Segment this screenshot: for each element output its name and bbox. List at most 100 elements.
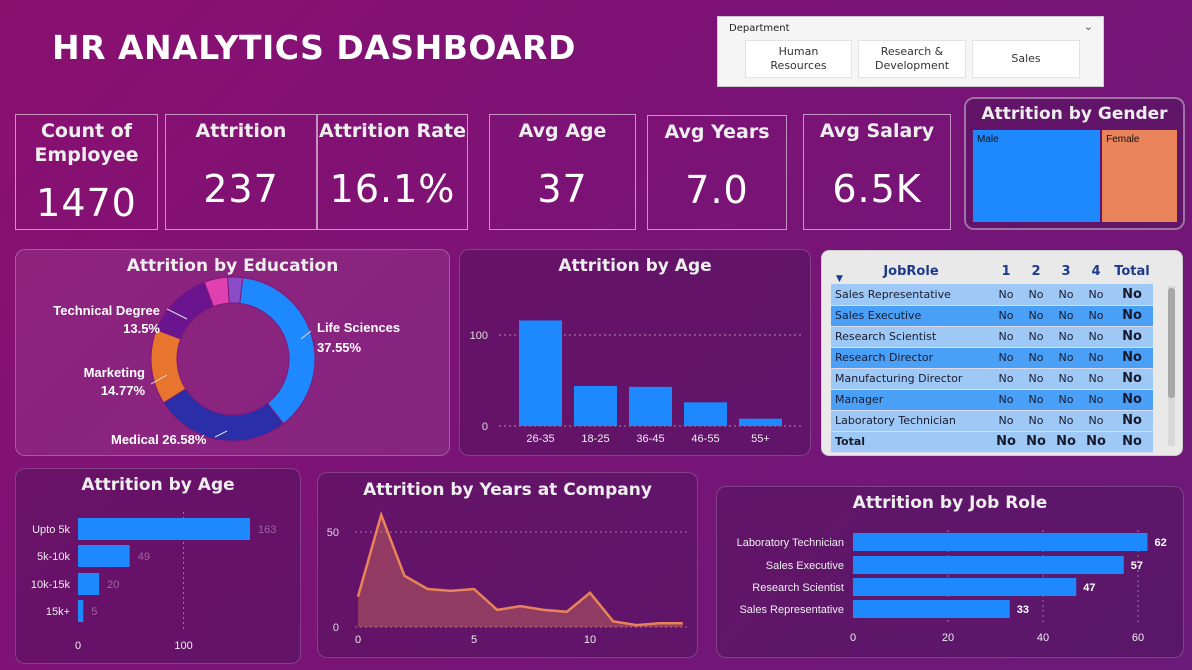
cell-jobrole: Sales Representative xyxy=(831,284,991,306)
cell-value: No xyxy=(1081,326,1111,348)
salary-bar xyxy=(78,518,250,540)
chart-title: Attrition by Gender xyxy=(981,104,1168,124)
x-tick-label: 20 xyxy=(942,632,954,644)
cell-value: No xyxy=(991,368,1021,390)
cell-value: No xyxy=(1051,284,1081,306)
education-donut-chart: Life Sciences 37.55% Medical 26.58% Marketi… xyxy=(53,276,400,447)
kpi-label: Avg Years xyxy=(664,121,770,143)
data-label: 5 xyxy=(91,606,97,618)
salary-bar-chart: Upto 5k 163 5k-10k 49 10k-15k 20 15k+ 5 0 100 xyxy=(31,512,276,652)
header-total[interactable]: Total xyxy=(1111,258,1153,284)
y-tick-label: Upto 5k xyxy=(32,524,70,536)
kpi-value: 237 xyxy=(203,167,279,211)
x-tick-label: 46-55 xyxy=(691,433,719,445)
table-row[interactable]: Manager No No No No No xyxy=(831,389,1153,411)
treemap-cell-female[interactable]: Female xyxy=(1102,130,1177,222)
header-1[interactable]: 1 xyxy=(991,258,1021,284)
data-label: 33 xyxy=(1017,604,1029,616)
x-tick-label: 0 xyxy=(850,632,856,644)
x-tick-label: 60 xyxy=(1132,632,1144,644)
y-tick-label: 0 xyxy=(333,622,339,634)
donut-label: Medical 26.58% xyxy=(111,432,207,447)
donut-slice xyxy=(239,277,316,425)
kpi-card-avg-age: Avg Age 37 xyxy=(489,114,636,230)
jobrole-bar xyxy=(853,600,1010,618)
slicer-option-hr[interactable]: Human Resources xyxy=(745,40,852,78)
cell-value: No xyxy=(1051,389,1081,411)
page-title: HR ANALYTICS DASHBOARD xyxy=(52,28,576,67)
total-value: No xyxy=(1021,431,1051,453)
cell-jobrole: Manager xyxy=(831,389,991,411)
table-scrollbar-thumb[interactable] xyxy=(1168,288,1175,398)
kpi-card-employee-count: Count of Employee 1470 xyxy=(15,114,158,230)
y-tick-label: Sales Representative xyxy=(739,604,844,616)
header-3[interactable]: 3 xyxy=(1051,258,1081,284)
cell-value: No xyxy=(1081,305,1111,327)
jobrole-bar xyxy=(853,578,1077,596)
cell-value: No xyxy=(1111,284,1153,306)
salary-bar xyxy=(78,545,130,567)
header-2[interactable]: 2 xyxy=(1021,258,1051,284)
cell-value: No xyxy=(1081,284,1111,306)
table-row[interactable]: Laboratory Technician No No No No No xyxy=(831,410,1153,432)
header-jobrole[interactable]: JobRole xyxy=(831,258,991,284)
cell-value: No xyxy=(1081,410,1111,432)
chevron-down-icon[interactable]: ⌄ xyxy=(1084,20,1093,33)
jobrole-bar xyxy=(853,533,1148,551)
table-header-row: JobRole 1 2 3 4 Total xyxy=(831,258,1153,284)
cell-value: No xyxy=(1021,284,1051,306)
cell-value: No xyxy=(1111,368,1153,390)
slicer-option-rnd[interactable]: Research & Development xyxy=(858,40,966,78)
donut-label: 37.55% xyxy=(317,340,362,355)
years-area-chart: 50 0 0 5 10 xyxy=(327,510,689,646)
kpi-card-avg-years: Avg Years 7.0 xyxy=(647,115,787,230)
x-tick-label: 0 xyxy=(355,634,361,646)
table-row[interactable]: Research Director No No No No No xyxy=(831,347,1153,369)
total-value: No xyxy=(1081,431,1111,453)
cell-value: No xyxy=(1111,326,1153,348)
x-tick-label: 0 xyxy=(75,640,81,652)
table-row[interactable]: Research Scientist No No No No No xyxy=(831,326,1153,348)
cell-value: No xyxy=(1021,305,1051,327)
cell-value: No xyxy=(991,410,1021,432)
y-tick-label: Sales Executive xyxy=(766,560,844,572)
cell-value: No xyxy=(1111,389,1153,411)
cell-value: No xyxy=(1081,389,1111,411)
department-slicer: Department ⌄ Human Resources Research & … xyxy=(717,16,1104,87)
cell-value: No xyxy=(1051,368,1081,390)
kpi-label: Count of Employee xyxy=(34,120,139,166)
cell-value: No xyxy=(1021,347,1051,369)
cell-value: No xyxy=(991,326,1021,348)
kpi-label: Attrition Rate xyxy=(319,120,466,142)
cell-value: No xyxy=(991,389,1021,411)
cell-value: No xyxy=(1021,326,1051,348)
x-tick-label: 5 xyxy=(471,634,477,646)
cell-value: No xyxy=(1111,305,1153,327)
cell-jobrole: Manufacturing Director xyxy=(831,368,991,390)
x-tick-label: 36-45 xyxy=(636,433,664,445)
age-bar xyxy=(739,418,782,426)
kpi-card-avg-salary: Avg Salary 6.5K xyxy=(803,114,951,230)
table-row[interactable]: Sales Representative No No No No No xyxy=(831,284,1153,306)
x-tick-label: 26-35 xyxy=(526,433,554,445)
treemap-label: Male xyxy=(977,134,999,145)
table-row[interactable]: Manufacturing Director No No No No No xyxy=(831,368,1153,390)
y-tick-label: 0 xyxy=(482,421,488,433)
x-tick-label: 40 xyxy=(1037,632,1049,644)
age-bar-chart: 100 0 26-35 18-25 36-45 46-55 55+ xyxy=(470,320,804,445)
cell-value: No xyxy=(1051,305,1081,327)
header-4[interactable]: 4 xyxy=(1081,258,1111,284)
kpi-value: 1470 xyxy=(36,181,137,225)
y-tick-label: 15k+ xyxy=(46,606,70,618)
x-tick-label: 55+ xyxy=(751,433,770,445)
cell-value: No xyxy=(991,305,1021,327)
cell-value: No xyxy=(991,347,1021,369)
y-tick-label: 5k-10k xyxy=(37,551,71,563)
cell-value: No xyxy=(1081,368,1111,390)
slicer-option-sales[interactable]: Sales xyxy=(972,40,1080,78)
data-label: 47 xyxy=(1083,582,1095,594)
total-label: Total xyxy=(831,431,991,453)
table-row[interactable]: Sales Executive No No No No No xyxy=(831,305,1153,327)
age-bar xyxy=(574,385,617,426)
treemap-cell-male[interactable]: Male xyxy=(973,130,1101,222)
